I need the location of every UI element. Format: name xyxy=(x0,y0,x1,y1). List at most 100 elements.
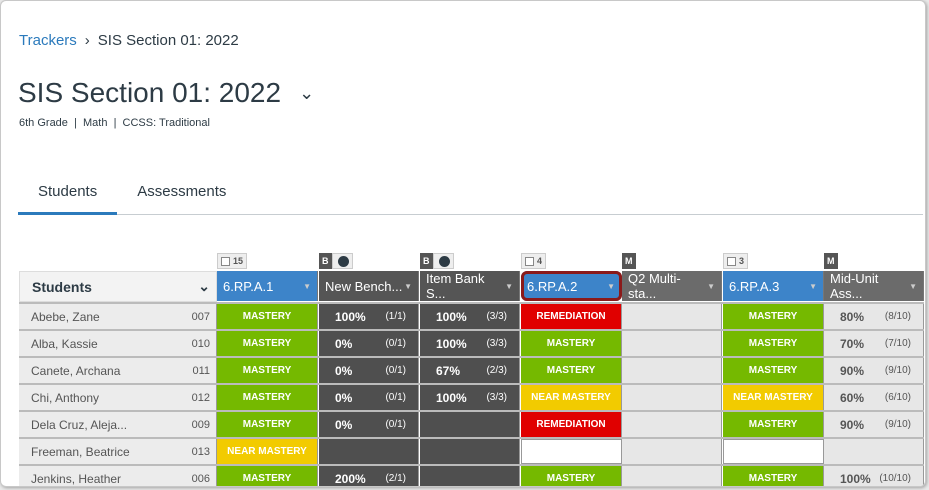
score-cell[interactable] xyxy=(521,439,622,464)
mastery-label: MASTERY xyxy=(242,311,292,322)
student-name-cell[interactable]: Dela Cruz, Aleja... 009 xyxy=(19,412,217,437)
score-cell[interactable] xyxy=(420,466,520,486)
score-cell[interactable]: 100% (3/3) xyxy=(420,385,520,410)
score-cell[interactable]: NEAR MASTERY xyxy=(723,385,824,410)
dropdown-arrow-icon[interactable]: ▼ xyxy=(303,282,311,291)
checkbox-icon[interactable] xyxy=(727,256,736,266)
dropdown-arrow-icon[interactable]: ▼ xyxy=(809,282,817,291)
score-cell[interactable] xyxy=(622,304,722,329)
score-cell[interactable]: 0% (0/1) xyxy=(319,412,419,437)
score-fraction: (7/10) xyxy=(884,338,911,349)
score-cell[interactable]: MASTERY xyxy=(521,466,622,486)
tab-assessments[interactable]: Assessments xyxy=(117,173,246,215)
mastery-label: MASTERY xyxy=(546,365,596,376)
score-cell[interactable] xyxy=(420,439,520,464)
score-percent: 0% xyxy=(335,336,353,351)
score-cell[interactable]: REMEDIATION xyxy=(521,304,622,329)
score-cell[interactable] xyxy=(824,439,924,464)
column-header[interactable]: 6.RP.A.2 ▼ xyxy=(521,271,622,301)
score-cell[interactable]: MASTERY xyxy=(217,358,318,383)
score-cell[interactable]: MASTERY xyxy=(521,331,622,356)
score-cell[interactable]: 0% (0/1) xyxy=(319,331,419,356)
dropdown-arrow-icon[interactable]: ▼ xyxy=(707,282,715,291)
score-cell[interactable]: MASTERY xyxy=(723,358,824,383)
score-fraction: (9/10) xyxy=(884,419,911,430)
score-cell[interactable]: NEAR MASTERY xyxy=(217,439,318,464)
score-cell[interactable]: NEAR MASTERY xyxy=(521,385,622,410)
student-name-cell[interactable]: Freeman, Beatrice 013 xyxy=(19,439,217,464)
chevron-down-icon[interactable]: ⌄ xyxy=(299,83,314,104)
checkbox-icon[interactable] xyxy=(221,256,230,266)
score-cell[interactable]: MASTERY xyxy=(723,304,824,329)
score-cell[interactable] xyxy=(420,412,520,437)
student-name-cell[interactable]: Alba, Kassie 010 xyxy=(19,331,217,356)
breadcrumb-trackers-link[interactable]: Trackers xyxy=(19,32,77,49)
score-cell[interactable] xyxy=(622,439,722,464)
dropdown-arrow-icon[interactable]: ▼ xyxy=(607,282,615,291)
student-name: Abebe, Zane xyxy=(31,309,100,324)
score-cell[interactable]: 67% (2/3) xyxy=(420,358,520,383)
dropdown-arrow-icon[interactable]: ▼ xyxy=(909,282,917,291)
column-header[interactable]: 6.RP.A.3 ▼ xyxy=(723,271,824,301)
score-cell[interactable]: 80% (8/10) xyxy=(824,304,924,329)
score-cell[interactable]: MASTERY xyxy=(217,304,318,329)
column-header[interactable]: 6.RP.A.1 ▼ xyxy=(217,271,318,301)
benchmark-badge: B xyxy=(420,253,433,269)
score-cell[interactable]: 100% (1/1) xyxy=(319,304,419,329)
score-cell[interactable] xyxy=(622,466,722,486)
score-cell[interactable] xyxy=(622,412,722,437)
checkbox-icon[interactable] xyxy=(525,256,534,266)
column-badge: B xyxy=(420,253,454,269)
score-cell[interactable]: MASTERY xyxy=(723,466,824,486)
tab-students[interactable]: Students xyxy=(18,173,118,215)
score-cell[interactable]: 90% (9/10) xyxy=(824,358,924,383)
score-cell[interactable]: MASTERY xyxy=(217,385,318,410)
dropdown-arrow-icon[interactable]: ▼ xyxy=(505,282,513,291)
column-header[interactable]: Item Bank S... ▼ xyxy=(420,271,520,301)
student-name-cell[interactable]: Chi, Anthony 012 xyxy=(19,385,217,410)
score-cell[interactable]: 100% (10/10) xyxy=(824,466,924,486)
score-cell[interactable] xyxy=(622,358,722,383)
score-cell[interactable]: MASTERY xyxy=(217,466,318,486)
student-name: Dela Cruz, Aleja... xyxy=(31,417,128,432)
score-cell[interactable] xyxy=(622,331,722,356)
chevron-down-icon[interactable]: ⌄ xyxy=(198,278,210,295)
table-row: Alba, Kassie 010 MASTERY 0% (0/1) 100% (3/3) MA… xyxy=(19,329,924,356)
mastery-label: MASTERY xyxy=(748,365,798,376)
dropdown-arrow-icon[interactable]: ▼ xyxy=(404,282,412,291)
mastery-label: MASTERY xyxy=(748,419,798,430)
student-name-cell[interactable]: Abebe, Zane 007 xyxy=(19,304,217,329)
column-header-label: New Bench... xyxy=(325,278,403,294)
score-cell[interactable] xyxy=(319,439,419,464)
score-cell[interactable]: MASTERY xyxy=(723,412,824,437)
score-cell[interactable]: 0% (0/1) xyxy=(319,385,419,410)
score-percent: 90% xyxy=(840,363,865,378)
students-column-header[interactable]: Students ⌄ xyxy=(19,271,217,302)
score-cell[interactable]: 100% (3/3) xyxy=(420,331,520,356)
score-cell[interactable]: 200% (2/1) xyxy=(319,466,419,486)
score-cell[interactable]: 90% (9/10) xyxy=(824,412,924,437)
column-header[interactable]: Mid-Unit Ass... ▼ xyxy=(824,271,924,301)
column-header[interactable]: Q2 Multi-sta... ▼ xyxy=(622,271,722,301)
score-cell[interactable]: MASTERY xyxy=(217,331,318,356)
check-circle-icon xyxy=(438,255,450,267)
score-cell[interactable] xyxy=(723,439,824,464)
score-cell[interactable]: MASTERY xyxy=(217,412,318,437)
count-badge[interactable]: 4 xyxy=(521,253,547,269)
count-badge[interactable]: 15 xyxy=(217,253,248,269)
score-cell[interactable]: 60% (6/10) xyxy=(824,385,924,410)
student-name-cell[interactable]: Canete, Archana 011 xyxy=(19,358,217,383)
mastery-label: NEAR MASTERY xyxy=(733,392,813,403)
score-cell[interactable]: 0% (0/1) xyxy=(319,358,419,383)
score-cell[interactable] xyxy=(622,385,722,410)
score-cell[interactable]: MASTERY xyxy=(521,358,622,383)
student-name-cell[interactable]: Jenkins, Heather 006 xyxy=(19,466,217,486)
badge-letter: B xyxy=(423,256,430,266)
count-badge[interactable]: 3 xyxy=(723,253,749,269)
score-cell[interactable]: MASTERY xyxy=(723,331,824,356)
score-percent: 0% xyxy=(335,390,353,405)
score-cell[interactable]: 70% (7/10) xyxy=(824,331,924,356)
score-cell[interactable]: REMEDIATION xyxy=(521,412,622,437)
column-header[interactable]: New Bench... ▼ xyxy=(319,271,419,301)
score-cell[interactable]: 100% (3/3) xyxy=(420,304,520,329)
